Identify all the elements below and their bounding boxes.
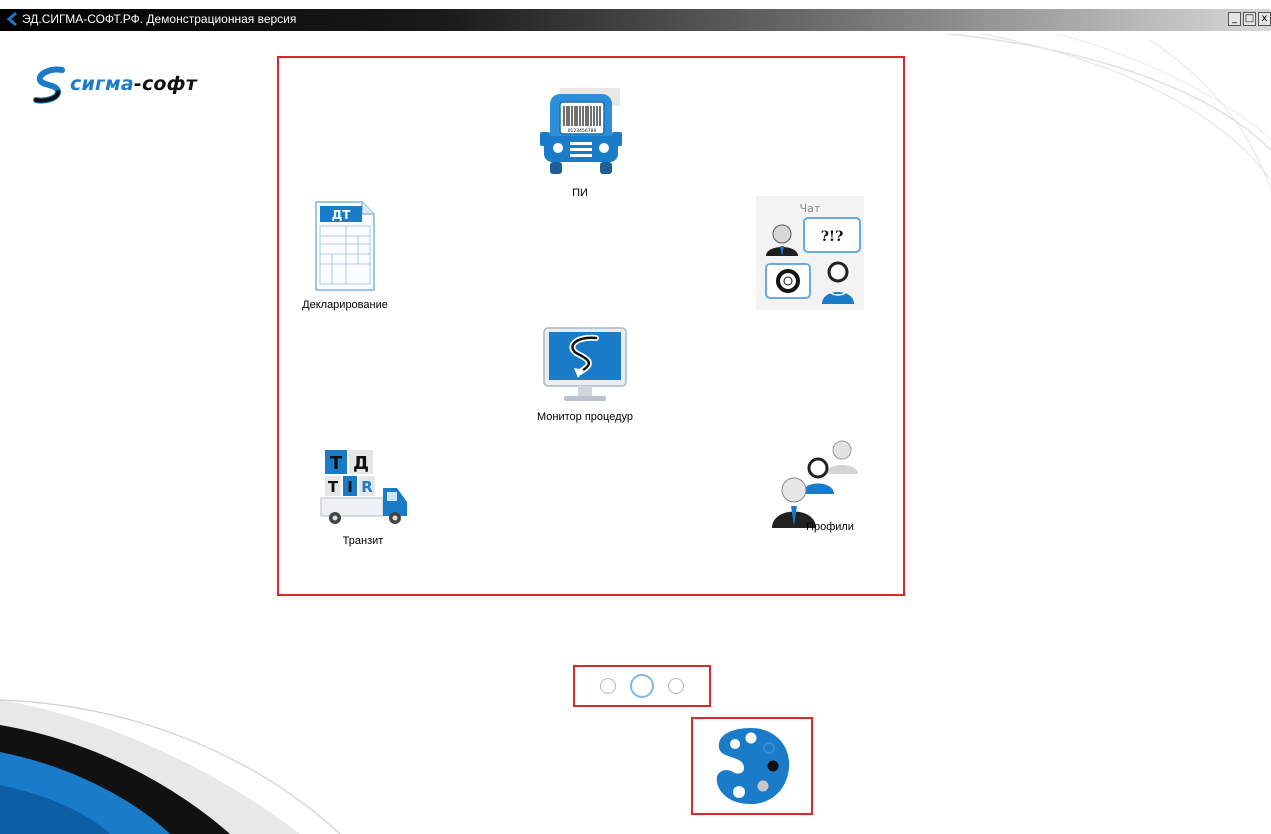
transit-truck-icon: Т Д T I R xyxy=(320,450,407,524)
monitor-icon xyxy=(543,327,627,401)
theme-palette-button[interactable] xyxy=(691,717,813,815)
transit-letter-3: T xyxy=(328,478,339,496)
truck-barcode-icon: 0123456789 xyxy=(540,88,622,174)
tile-pi[interactable]: 0123456789 ПИ xyxy=(525,84,635,199)
window-titlebar: ЭД.СИГМА-СОФТ.РФ. Демонстрационная верси… xyxy=(0,0,1271,34)
tile-monitor[interactable]: Монитор процедур xyxy=(525,326,645,423)
tile-monitor-label: Монитор процедур xyxy=(537,411,633,423)
palette-icon xyxy=(716,728,790,804)
page-dot-1[interactable] xyxy=(600,678,616,694)
minimize-button[interactable]: _ xyxy=(1228,12,1241,26)
tile-pi-label: ПИ xyxy=(572,187,588,199)
logo-text: сигма-софт xyxy=(70,73,197,95)
window-title: ЭД.СИГМА-СОФТ.РФ. Демонстрационная верси… xyxy=(22,12,297,26)
barcode-digits: 0123456789 xyxy=(568,128,597,134)
tile-profiles[interactable]: Профили xyxy=(755,438,865,533)
logo-text-part1: сигма xyxy=(70,73,134,95)
transit-letter-5: R xyxy=(361,478,373,496)
transit-letter-2: Д xyxy=(353,453,369,474)
sigma-logo-icon xyxy=(33,66,65,104)
app-icon xyxy=(6,12,17,26)
modules-panel: 0123456789 ПИ ДТ Декларирование Чат ?!? … xyxy=(277,56,905,596)
chat-title-text: Чат xyxy=(800,202,821,215)
doc-tag-text: ДТ xyxy=(332,208,352,222)
transit-letter-4: I xyxy=(347,478,353,496)
close-button[interactable]: x xyxy=(1258,12,1271,26)
customs-declaration-document-icon: ДТ xyxy=(315,201,375,291)
logo-text-dash: - xyxy=(133,73,142,95)
window-controls: _ □ x xyxy=(1228,12,1271,29)
page-dot-2-active[interactable] xyxy=(630,674,654,698)
maximize-button[interactable]: □ xyxy=(1243,12,1256,26)
page-indicator xyxy=(573,665,711,707)
tile-transit-label: Транзит xyxy=(342,535,384,547)
brand-logo: сигма-софт xyxy=(32,62,197,106)
tile-chat[interactable]: Чат ?!? xyxy=(755,196,865,312)
tile-transit[interactable]: Т Д T I R Транзит xyxy=(307,446,419,547)
transit-letter-1: Т xyxy=(330,453,343,474)
tile-declaration-label: Декларирование xyxy=(302,299,388,311)
chat-bubble-text: ?!? xyxy=(821,229,844,245)
tile-declaration[interactable]: ДТ Декларирование xyxy=(291,198,399,311)
logo-text-part2: софт xyxy=(141,73,197,95)
user-profiles-icon xyxy=(772,440,858,528)
chat-icon: Чат ?!? xyxy=(756,196,864,310)
page-dot-3[interactable] xyxy=(668,678,684,694)
